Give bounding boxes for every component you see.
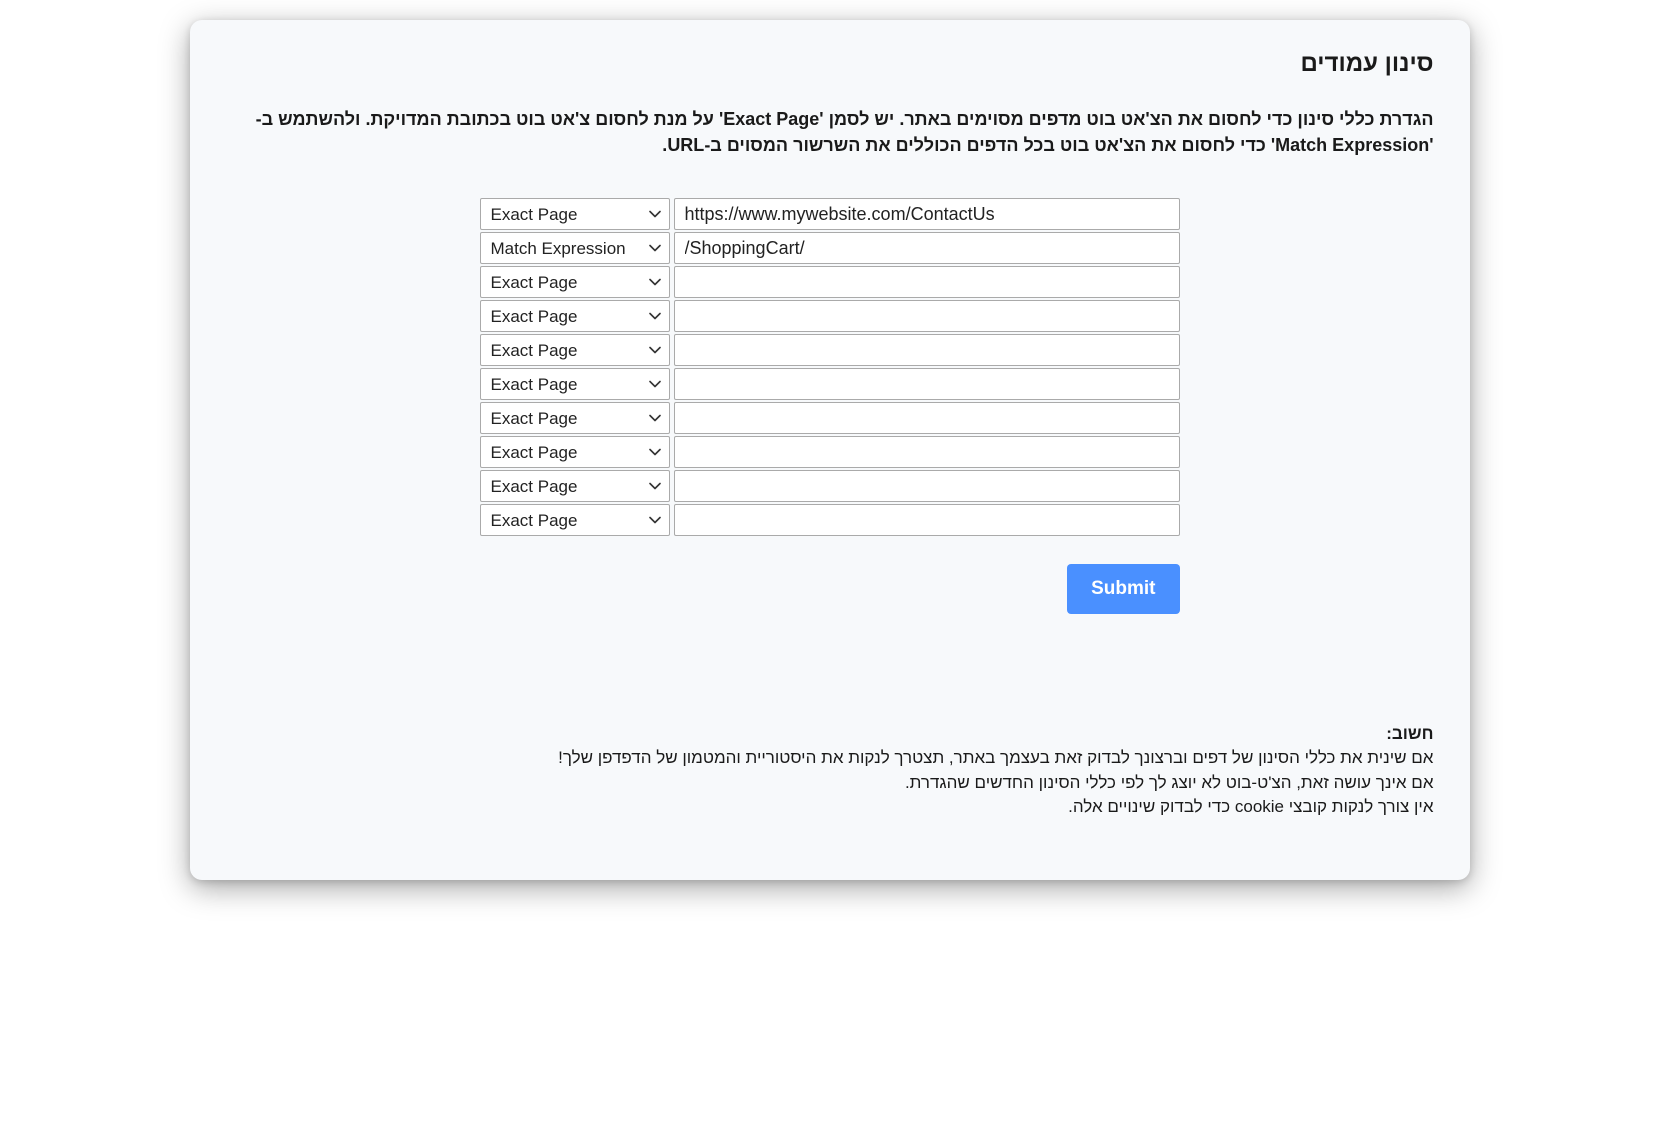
- rule-value-input[interactable]: [674, 232, 1180, 264]
- rule-type-select-wrap[interactable]: Exact PageMatch Expression: [480, 198, 670, 230]
- rule-type-select-wrap[interactable]: Exact PageMatch Expression: [480, 470, 670, 502]
- filter-row: Exact PageMatch Expression: [480, 198, 1180, 230]
- rule-value-input[interactable]: [674, 504, 1180, 536]
- rule-type-select-wrap[interactable]: Exact PageMatch Expression: [480, 266, 670, 298]
- rule-value-input[interactable]: [674, 436, 1180, 468]
- rule-type-select-wrap[interactable]: Exact PageMatch Expression: [480, 334, 670, 366]
- rule-type-select-wrap[interactable]: Exact PageMatch Expression: [480, 436, 670, 468]
- filter-rows: Exact PageMatch Expression Exact PageMatc…: [480, 198, 1180, 536]
- rule-type-select[interactable]: Exact PageMatch Expression: [481, 437, 669, 467]
- rule-type-select[interactable]: Exact PageMatch Expression: [481, 335, 669, 365]
- note-heading: חשוב:: [226, 724, 1434, 744]
- filter-row: Exact PageMatch Expression: [480, 436, 1180, 468]
- page-title: סינון עמודים: [226, 50, 1434, 78]
- filter-form: Exact PageMatch Expression Exact PageMatc…: [226, 198, 1434, 614]
- filter-row: Exact PageMatch Expression: [480, 266, 1180, 298]
- rule-type-select[interactable]: Exact PageMatch Expression: [481, 199, 669, 229]
- rule-value-input[interactable]: [674, 470, 1180, 502]
- filter-row: Exact PageMatch Expression: [480, 504, 1180, 536]
- rule-type-select-wrap[interactable]: Exact PageMatch Expression: [480, 232, 670, 264]
- rule-value-input[interactable]: [674, 198, 1180, 230]
- page-filter-card: סינון עמודים הגדרת כללי סינון כדי לחסום …: [190, 20, 1470, 880]
- submit-button[interactable]: Submit: [1067, 564, 1179, 614]
- filter-row: Exact PageMatch Expression: [480, 300, 1180, 332]
- filter-row: Exact PageMatch Expression: [480, 470, 1180, 502]
- rule-type-select-wrap[interactable]: Exact PageMatch Expression: [480, 504, 670, 536]
- rule-type-select[interactable]: Exact PageMatch Expression: [481, 471, 669, 501]
- page-description: הגדרת כללי סינון כדי לחסום את הצ'אט בוט …: [226, 106, 1434, 158]
- rule-value-input[interactable]: [674, 266, 1180, 298]
- note-line-1: אם שינית את כללי הסינון של דפים וברצונך …: [226, 746, 1434, 771]
- rule-value-input[interactable]: [674, 300, 1180, 332]
- submit-row: Submit: [480, 564, 1180, 614]
- rule-value-input[interactable]: [674, 334, 1180, 366]
- rule-value-input[interactable]: [674, 402, 1180, 434]
- rule-type-select[interactable]: Exact PageMatch Expression: [481, 301, 669, 331]
- rule-type-select[interactable]: Exact PageMatch Expression: [481, 403, 669, 433]
- rule-type-select[interactable]: Exact PageMatch Expression: [481, 267, 669, 297]
- filter-row: Exact PageMatch Expression: [480, 334, 1180, 366]
- note-line-3: אין צורך לנקות קובצי cookie כדי לבדוק שי…: [226, 795, 1434, 820]
- rule-type-select[interactable]: Exact PageMatch Expression: [481, 233, 669, 263]
- rule-type-select-wrap[interactable]: Exact PageMatch Expression: [480, 368, 670, 400]
- filter-row: Exact PageMatch Expression: [480, 232, 1180, 264]
- rule-type-select-wrap[interactable]: Exact PageMatch Expression: [480, 300, 670, 332]
- rule-type-select[interactable]: Exact PageMatch Expression: [481, 369, 669, 399]
- rule-type-select-wrap[interactable]: Exact PageMatch Expression: [480, 402, 670, 434]
- filter-row: Exact PageMatch Expression: [480, 402, 1180, 434]
- rule-value-input[interactable]: [674, 368, 1180, 400]
- rule-type-select[interactable]: Exact PageMatch Expression: [481, 505, 669, 535]
- important-note: חשוב: אם שינית את כללי הסינון של דפים וב…: [226, 724, 1434, 820]
- filter-row: Exact PageMatch Expression: [480, 368, 1180, 400]
- note-line-2: אם אינך עושה זאת, הצ'ט-בוט לא יוצג לך לפ…: [226, 771, 1434, 796]
